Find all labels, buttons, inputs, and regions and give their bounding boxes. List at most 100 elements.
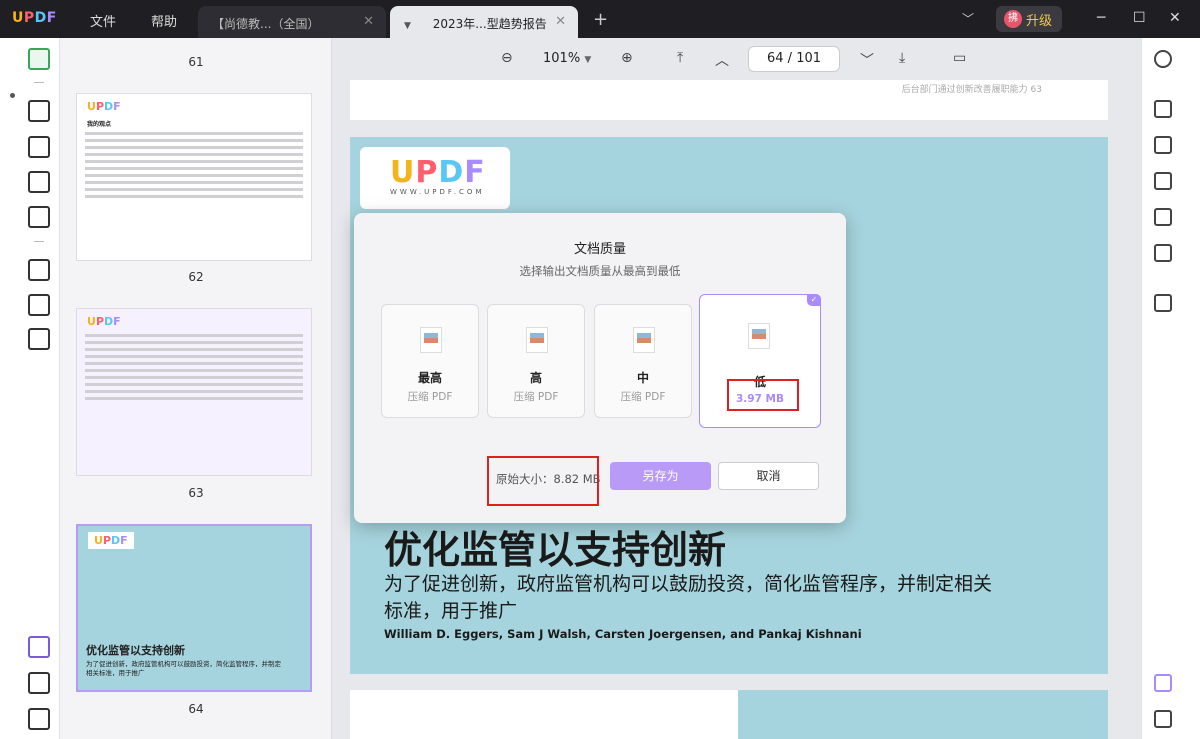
option-sub: 压缩 PDF <box>620 391 666 403</box>
option-sub: 压缩 PDF <box>407 391 453 403</box>
image-file-icon <box>526 327 548 353</box>
page-heading: 优化监管以支持创新 <box>384 528 727 572</box>
thumb-logo: UPDF <box>87 100 121 113</box>
image-file-icon <box>420 327 442 353</box>
indicator-dot <box>10 93 15 98</box>
close-window-button[interactable]: ✕ <box>1169 10 1181 26</box>
comment-icon[interactable] <box>28 100 50 122</box>
option-sub: 压缩 PDF <box>513 391 559 403</box>
thumb-heading: 优化监管以支持创新 <box>86 644 185 657</box>
thumb-title: 我的观点 <box>87 121 112 128</box>
close-icon[interactable]: ✕ <box>363 14 374 29</box>
thumbnail-page-64[interactable]: UPDF 优化监管以支持创新 为了促进创新，政府监管机构可以鼓励投资，简化监管程… <box>76 524 312 692</box>
page-separator: / <box>787 51 793 66</box>
page-number: 63 <box>188 486 204 500</box>
mail-icon[interactable] <box>1154 244 1172 262</box>
edit-icon[interactable] <box>28 136 50 158</box>
tab-label: 2023年...型趋势报告 <box>432 17 547 31</box>
thumb-subheading: 为了促进创新，政府监管机构可以鼓励投资，简化监管程序，并制定相关标准，用于推广 <box>86 660 281 677</box>
menu-help[interactable]: 帮助 <box>151 11 177 30</box>
last-page-icon[interactable]: ⤓ <box>899 50 905 66</box>
first-page-icon[interactable]: ⤒ <box>677 50 683 66</box>
minimize-button[interactable]: ─ <box>1097 10 1105 26</box>
page-number: 64 <box>188 702 204 716</box>
page-image <box>738 690 1108 739</box>
thumbnail-panel: 61 UPDF 我的观点 62 UPDF 63 UPDF 优化监管以支持创新 为… <box>60 38 332 739</box>
title-bar: UPDF 文件 帮助 【尚德教...（全国） ✕ ▼ 2023年...型趋势报告… <box>0 0 1200 38</box>
zoom-level[interactable]: 101% ▼ <box>543 51 591 66</box>
close-icon[interactable]: ✕ <box>555 14 566 29</box>
right-tool-rail <box>1141 38 1200 739</box>
ocr-icon[interactable] <box>1154 100 1172 118</box>
fill-sign-icon[interactable] <box>28 206 50 228</box>
zoom-in-button[interactable]: ⊕ <box>621 50 633 66</box>
total-pages: 101 <box>796 51 822 66</box>
option-label: 中 <box>636 371 649 385</box>
ai-assistant-icon[interactable] <box>1154 674 1172 692</box>
new-tab-button[interactable]: + <box>593 9 608 30</box>
thumbnail-page-62[interactable]: UPDF 我的观点 <box>76 93 312 261</box>
page-number: 61 <box>188 55 204 69</box>
left-tool-rail <box>0 38 60 739</box>
page-number-input[interactable]: 64 / 101 <box>748 46 840 72</box>
cancel-button[interactable]: 取消 <box>718 462 819 490</box>
upgrade-button[interactable]: 拂升级 <box>996 6 1062 32</box>
quality-option-medium[interactable]: 中 压缩 PDF <box>594 304 692 418</box>
save-as-button[interactable]: 另存为 <box>610 462 711 490</box>
form-icon[interactable] <box>28 171 50 193</box>
divider <box>34 82 44 83</box>
comment-list-icon[interactable] <box>1154 710 1172 728</box>
updf-logo: UPDF <box>390 155 486 190</box>
next-page-icon[interactable]: ﹀ <box>860 50 874 70</box>
image-file-icon <box>748 323 770 349</box>
attachment-icon[interactable] <box>28 708 50 730</box>
presentation-icon[interactable]: ▭ <box>953 50 966 66</box>
layers-icon[interactable] <box>28 636 50 658</box>
reader-icon[interactable] <box>28 48 50 70</box>
avatar: 拂 <box>1004 10 1022 28</box>
chevron-down-icon: ▼ <box>584 55 592 65</box>
check-icon: ✓ <box>807 294 821 306</box>
tab-label: 【尚德教...（全国） <box>212 17 320 31</box>
dialog-title: 文档质量 <box>573 242 626 257</box>
divider <box>34 241 44 242</box>
highlight-box <box>727 379 799 411</box>
zoom-value: 101% <box>543 51 581 66</box>
updf-logo-card: UPDF WWW.UPDF.COM <box>360 147 510 209</box>
crop-icon[interactable] <box>28 294 50 316</box>
share-icon[interactable] <box>1154 208 1172 226</box>
view-toolbar: ⊖ 101% ▼ ⊕ ⤒ ︿ 64 / 101 ﹀ ⤓ ▭ <box>333 38 1141 82</box>
upgrade-label: 升级 <box>1026 14 1053 29</box>
option-label: 高 <box>529 371 542 385</box>
current-page: 64 <box>766 51 784 66</box>
thumbnail-page-63[interactable]: UPDF <box>76 308 312 476</box>
quality-option-highest[interactable]: 最高 压缩 PDF <box>381 304 479 418</box>
maximize-button[interactable]: ☐ <box>1133 10 1146 26</box>
zoom-out-button[interactable]: ⊖ <box>501 50 513 66</box>
menu-file[interactable]: 文件 <box>90 11 116 30</box>
option-label: 最高 <box>417 371 442 385</box>
thumb-logo: UPDF <box>88 532 134 549</box>
thumb-logo: UPDF <box>87 315 121 328</box>
tab-dropdown-icon[interactable]: ▼ <box>404 21 411 31</box>
protect-icon[interactable] <box>1154 172 1172 190</box>
page-subheading: 为了促进创新，政府监管机构可以鼓励投资，简化监管程序，并制定相关标准，用于推广 <box>384 573 993 622</box>
app-logo[interactable]: UPDF <box>12 10 57 26</box>
image-file-icon <box>633 327 655 353</box>
tab-document-1[interactable]: 【尚德教...（全国） ✕ <box>198 6 386 38</box>
highlight-box <box>487 456 599 506</box>
previous-page-icon[interactable]: ︿ <box>715 50 729 70</box>
search-icon[interactable] <box>1154 50 1172 68</box>
page-authors: William D. Eggers, Sam J Walsh, Carsten … <box>384 627 862 641</box>
save-icon[interactable] <box>1154 294 1172 312</box>
page-number: 62 <box>188 270 204 284</box>
bookmark-icon[interactable] <box>28 672 50 694</box>
convert-icon[interactable] <box>1154 136 1172 154</box>
organize-pages-icon[interactable] <box>28 259 50 281</box>
quality-option-high[interactable]: 高 压缩 PDF <box>487 304 585 418</box>
website-text: WWW.UPDF.COM <box>390 188 485 196</box>
chevron-down-icon[interactable]: ﹀ <box>962 10 974 27</box>
redact-icon[interactable] <box>28 328 50 350</box>
tab-document-2[interactable]: ▼ 2023年...型趋势报告 ✕ <box>390 6 578 38</box>
page-footer: 后台部门通过创新改善履职能力 63 <box>901 85 1042 95</box>
